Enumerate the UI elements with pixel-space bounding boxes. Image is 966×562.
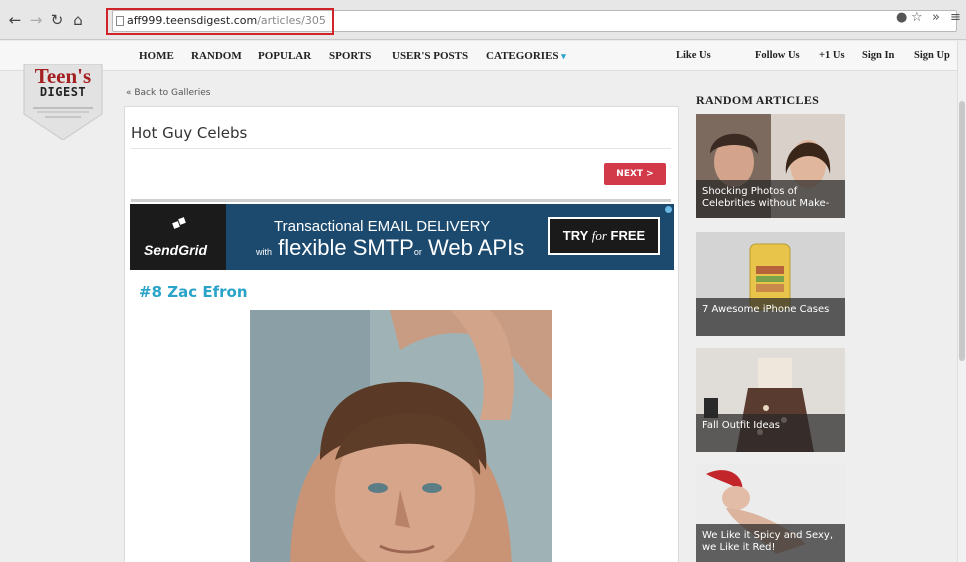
browser-toolbar: ← → ↻ ⌂ aff999.teensdigest.com/articles/… [0, 0, 966, 40]
nav-sports[interactable]: SPORTS [329, 50, 371, 62]
overflow-chevron-icon[interactable]: » [932, 10, 940, 25]
random-article-card[interactable]: We Like it Spicy and Sexy, we Like it Re… [696, 464, 845, 562]
ad-headline: Transactional EMAIL DELIVERY [274, 218, 491, 235]
scrollbar-thumb[interactable] [959, 101, 965, 361]
ad-line2-main1: flexible SMTP [278, 235, 414, 260]
nav-follow-us[interactable]: Follow Us [755, 50, 800, 61]
page-title: Hot Guy Celebs [131, 124, 248, 142]
nav-users-posts[interactable]: USER'S POSTS [392, 50, 468, 62]
title-divider [131, 148, 671, 149]
adchoices-icon[interactable] [665, 206, 672, 213]
back-to-galleries-link[interactable]: « Back to Galleries [126, 88, 210, 98]
forward-arrow-icon[interactable]: → [27, 11, 45, 29]
bookmark-star-icon[interactable]: ☆ [911, 10, 923, 25]
celebrity-photo[interactable] [250, 310, 552, 562]
menu-icon[interactable]: ≡ [950, 10, 961, 25]
ad-cta-script: for [591, 228, 607, 243]
site-nav: HOME RANDOM POPULAR SPORTS USER'S POSTS … [0, 41, 957, 71]
ad-subheadline: with flexible SMTPor Web APIs [256, 235, 524, 261]
next-button[interactable]: NEXT > [604, 163, 666, 185]
article-caption: Shocking Photos of Celebrities without M… [696, 180, 845, 218]
url-highlight-box [106, 8, 334, 35]
ad-try-free-button[interactable]: TRY for FREE [548, 217, 660, 255]
logo-title: Teen's [34, 64, 92, 88]
article-caption: Fall Outfit Ideas [696, 414, 845, 452]
site-logo[interactable]: Teen's DIGEST [23, 64, 103, 140]
article-caption: 7 Awesome iPhone Cases [696, 298, 845, 336]
logo-subtitle: DIGEST [39, 85, 87, 99]
ad-line2-main2: Web APIs [428, 235, 525, 260]
nav-sign-up[interactable]: Sign Up [914, 50, 950, 61]
random-article-card[interactable]: Fall Outfit Ideas [696, 348, 845, 452]
nav-home[interactable]: HOME [139, 50, 174, 62]
sendgrid-logo-icon [172, 217, 186, 229]
ad-line2-mid: or [413, 247, 422, 257]
random-articles-heading: RANDOM ARTICLES [696, 93, 820, 107]
article-caption: We Like it Spicy and Sexy, we Like it Re… [696, 524, 845, 562]
ad-divider [131, 199, 671, 202]
ad-cta-pre: TRY [562, 228, 589, 243]
ad-logo-panel [130, 204, 226, 270]
scrollbar[interactable] [957, 41, 966, 562]
nav-random[interactable]: RANDOM [191, 50, 242, 62]
nav-sign-in[interactable]: Sign In [862, 50, 894, 61]
nav-categories-label: CATEGORIES [486, 50, 559, 62]
nav-plus-one[interactable]: +1 Us [819, 50, 845, 61]
nav-like-us[interactable]: Like Us [676, 50, 711, 61]
ad-line2-pre: with [256, 247, 273, 257]
home-icon[interactable]: ⌂ [69, 11, 87, 29]
caret-down-icon: ▾ [561, 51, 566, 61]
sendgrid-ad-banner[interactable]: SendGrid Transactional EMAIL DELIVERY wi… [130, 204, 674, 270]
gallery-item-heading: #8 Zac Efron [139, 283, 248, 301]
portrait-illustration [250, 310, 552, 562]
nav-categories[interactable]: CATEGORIES ▾ [486, 50, 566, 62]
ad-cta-post: FREE [610, 228, 646, 243]
random-article-card[interactable]: Shocking Photos of Celebrities without M… [696, 114, 845, 218]
random-article-card[interactable]: 7 Awesome iPhone Cases [696, 232, 845, 336]
nav-popular[interactable]: POPULAR [258, 50, 311, 62]
extension-icon[interactable]: ● [896, 10, 907, 25]
ad-brand: SendGrid [144, 242, 208, 258]
reload-icon[interactable]: ↻ [48, 11, 66, 29]
back-arrow-icon[interactable]: ← [6, 11, 24, 29]
